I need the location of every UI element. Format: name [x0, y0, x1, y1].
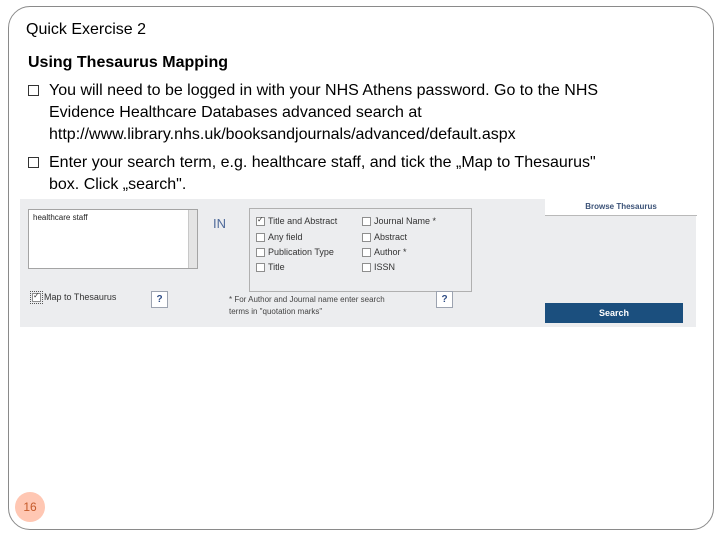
field-option[interactable]: ISSN	[362, 262, 395, 272]
note-line-2: terms in "quotation marks"	[229, 307, 323, 316]
bullet-2-line-2: box. Click „search".	[49, 176, 187, 193]
in-label: IN	[213, 216, 226, 231]
slide-title: Quick Exercise 2	[26, 21, 147, 38]
note-line-1: * For Author and Journal name enter sear…	[229, 295, 385, 304]
field-option[interactable]: Author *	[362, 247, 407, 257]
checkbox-icon[interactable]	[362, 247, 371, 257]
checkbox-icon[interactable]	[362, 216, 371, 226]
search-fields-group: Title and Abstract Any field Publication…	[249, 208, 472, 292]
field-option-label: Abstract	[374, 232, 408, 242]
bullet-box-icon	[28, 85, 39, 96]
help-icon[interactable]: ?	[151, 291, 168, 308]
checkbox-icon[interactable]	[256, 232, 265, 242]
field-option-label: Author *	[374, 247, 407, 257]
page-number-badge: 16	[15, 492, 45, 522]
field-option[interactable]: Title and Abstract	[256, 215, 338, 226]
field-option-label: Publication Type	[268, 247, 334, 257]
field-option[interactable]: Abstract	[362, 232, 407, 242]
search-form-screenshot: healthcare staff IN Title and Abstract A…	[20, 199, 697, 327]
field-option[interactable]: Journal Name *	[362, 216, 436, 226]
search-button[interactable]: Search	[545, 303, 683, 323]
bullet-1: You will need to be logged in with your …	[28, 80, 688, 146]
field-option[interactable]: Publication Type	[256, 247, 334, 257]
search-term-value: healthcare staff	[33, 213, 88, 222]
slide-subtitle: Using Thesaurus Mapping	[28, 54, 229, 71]
checkbox-icon[interactable]	[256, 247, 265, 257]
search-term-textarea[interactable]: healthcare staff	[28, 209, 198, 269]
field-option-label: ISSN	[374, 262, 396, 272]
checkbox-icon[interactable]	[362, 262, 371, 272]
help-icon[interactable]: ?	[436, 291, 453, 308]
browse-thesaurus-link[interactable]: Browse Thesaurus	[545, 199, 697, 216]
field-option-label: Any field	[268, 232, 303, 242]
bullet-1-url: http://www.library.nhs.uk/booksandjourna…	[49, 126, 516, 143]
checkbox-icon[interactable]	[362, 232, 371, 242]
checkbox-icon[interactable]	[256, 262, 265, 272]
textarea-scrollbar[interactable]	[188, 210, 197, 268]
field-option-label: Title and Abstract	[268, 216, 338, 226]
map-to-thesaurus-label: Map to Thesaurus	[44, 292, 117, 302]
bullet-1-line-1: You will need to be logged in with your …	[49, 82, 599, 99]
bullet-1-line-2: Evidence Healthcare Databases advanced s…	[49, 104, 422, 121]
map-to-thesaurus-option[interactable]: Map to Thesaurus	[30, 290, 117, 304]
author-journal-note: * For Author and Journal name enter sear…	[229, 294, 424, 318]
field-option-label: Title	[268, 262, 285, 272]
bullet-box-icon	[28, 157, 39, 168]
bullet-2-line-1: Enter your search term, e.g. healthcare …	[49, 154, 596, 171]
field-option-label: Journal Name *	[374, 216, 437, 226]
map-to-thesaurus-checkbox[interactable]	[30, 290, 43, 304]
checkbox-checked-icon[interactable]	[256, 215, 265, 226]
field-option[interactable]: Title	[256, 262, 285, 272]
bullet-2: Enter your search term, e.g. healthcare …	[28, 152, 688, 196]
field-option[interactable]: Any field	[256, 232, 303, 242]
